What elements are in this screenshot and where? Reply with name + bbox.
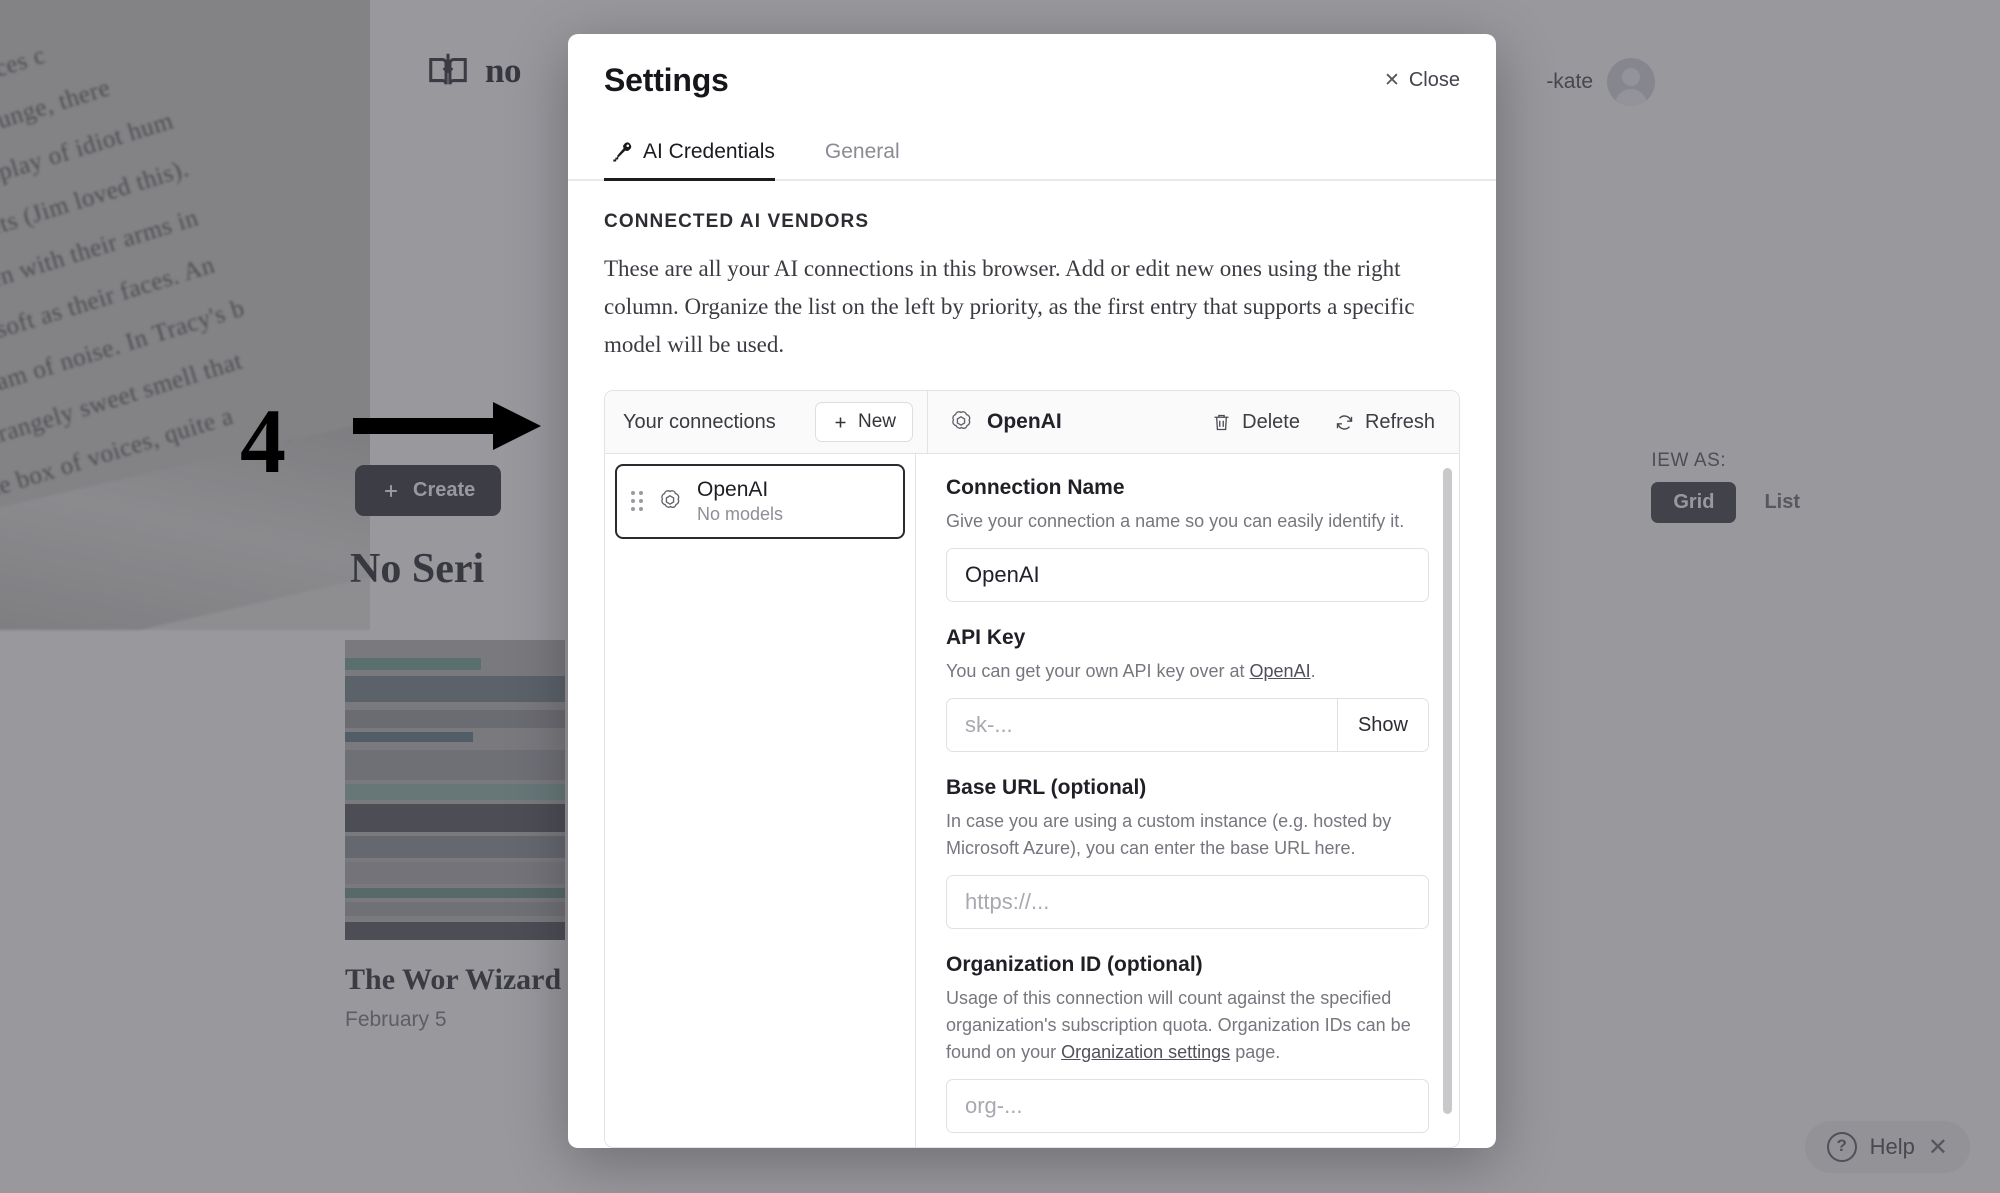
connection-name-input[interactable]: OpenAI bbox=[946, 548, 1429, 602]
close-button-label: Close bbox=[1408, 68, 1460, 91]
organization-id-input[interactable]: org-... bbox=[946, 1079, 1429, 1133]
new-connection-label: New bbox=[857, 411, 896, 432]
connections-list: OpenAI No models bbox=[605, 454, 916, 1147]
connections-toolbar: Your connections New bbox=[605, 391, 928, 454]
api-key-input[interactable]: sk-... bbox=[947, 699, 1337, 751]
field-connection-name: Connection Name Give your connection a n… bbox=[946, 476, 1429, 602]
organization-settings-link[interactable]: Organization settings bbox=[1061, 1042, 1230, 1062]
delete-button[interactable]: Delete bbox=[1211, 411, 1300, 434]
api-key-help: You can get your own API key over at Ope… bbox=[946, 658, 1429, 685]
trash-icon bbox=[1211, 412, 1232, 433]
organization-id-label: Organization ID (optional) bbox=[946, 953, 1203, 976]
modal-tabs: AI Credentials General bbox=[568, 126, 1496, 181]
annotation-number: 4 bbox=[240, 390, 286, 492]
list-item[interactable]: OpenAI No models bbox=[615, 464, 905, 539]
base-url-input[interactable]: https://... bbox=[946, 875, 1429, 929]
connection-form: Connection Name Give your connection a n… bbox=[916, 454, 1459, 1147]
api-key-help-pre: You can get your own API key over at bbox=[946, 661, 1250, 681]
list-item-name: OpenAI bbox=[697, 478, 769, 501]
organization-id-help: Usage of this connection will count agai… bbox=[946, 985, 1429, 1066]
close-button[interactable]: ✕ Close bbox=[1384, 69, 1460, 92]
detail-vendor-name: OpenAI bbox=[987, 410, 1062, 433]
list-item-subtitle: No models bbox=[697, 504, 784, 525]
plus-icon bbox=[832, 414, 849, 431]
right-arrow-icon bbox=[353, 396, 543, 456]
field-api-key: API Key You can get your own API key ove… bbox=[946, 626, 1429, 752]
refresh-button-label: Refresh bbox=[1364, 410, 1435, 433]
tab-ai-credentials[interactable]: AI Credentials bbox=[604, 126, 797, 181]
tab-general-label: General bbox=[824, 140, 900, 163]
panel-columns: OpenAI No models Connection Name Give yo… bbox=[605, 454, 1459, 1147]
connections-title: Your connections bbox=[623, 410, 776, 433]
form-scrollbar-thumb[interactable] bbox=[1443, 468, 1452, 1115]
organization-id-help-post: page. bbox=[1230, 1042, 1281, 1062]
tab-ai-credentials-label: AI Credentials bbox=[643, 140, 775, 163]
base-url-help: In case you are using a custom instance … bbox=[946, 811, 1392, 858]
form-scrollbar[interactable] bbox=[1443, 468, 1452, 1141]
panel-toolbars: Your connections New OpenAI Delete Refre… bbox=[605, 391, 1459, 454]
api-key-help-post: . bbox=[1310, 661, 1316, 681]
connection-name-label: Connection Name bbox=[946, 476, 1125, 499]
close-icon: ✕ bbox=[1383, 69, 1400, 91]
openai-logo-icon bbox=[657, 488, 683, 514]
tab-general[interactable]: General bbox=[819, 126, 922, 179]
modal-body: CONNECTED AI VENDORS These are all your … bbox=[568, 181, 1496, 1148]
field-base-url: Base URL (optional) In case you are usin… bbox=[946, 776, 1429, 929]
drag-handle-icon[interactable] bbox=[631, 491, 643, 512]
refresh-icon bbox=[1334, 412, 1355, 433]
new-connection-button[interactable]: New bbox=[814, 402, 913, 442]
connections-panel: Your connections New OpenAI Delete Refre… bbox=[604, 390, 1460, 1148]
field-organization-id: Organization ID (optional) Usage of this… bbox=[946, 953, 1429, 1133]
openai-logo-icon bbox=[948, 409, 974, 435]
modal-title: Settings bbox=[604, 61, 729, 98]
api-key-input-group: sk-... Show bbox=[946, 698, 1429, 752]
base-url-label: Base URL (optional) bbox=[946, 776, 1147, 799]
detail-vendor: OpenAI bbox=[948, 409, 1062, 435]
settings-modal: Settings ✕ Close AI Credentials General … bbox=[568, 34, 1496, 1148]
delete-button-label: Delete bbox=[1242, 410, 1300, 433]
openai-link[interactable]: OpenAI bbox=[1250, 661, 1311, 681]
show-api-key-button[interactable]: Show bbox=[1336, 699, 1428, 751]
list-item-text: OpenAI No models bbox=[697, 478, 783, 525]
detail-actions: Delete Refresh bbox=[1211, 411, 1435, 434]
connection-name-help: Give your connection a name so you can e… bbox=[946, 511, 1405, 531]
section-description: These are all your AI connections in thi… bbox=[604, 256, 1415, 357]
api-key-label: API Key bbox=[946, 626, 1026, 649]
detail-toolbar: OpenAI Delete Refresh bbox=[928, 391, 1459, 454]
modal-header: Settings ✕ Close bbox=[568, 34, 1496, 126]
refresh-button[interactable]: Refresh bbox=[1334, 411, 1435, 434]
section-label: CONNECTED AI VENDORS bbox=[604, 211, 870, 232]
key-icon bbox=[610, 141, 632, 163]
screen: e w d there w not going on. W ched on a … bbox=[0, 0, 2000, 1193]
